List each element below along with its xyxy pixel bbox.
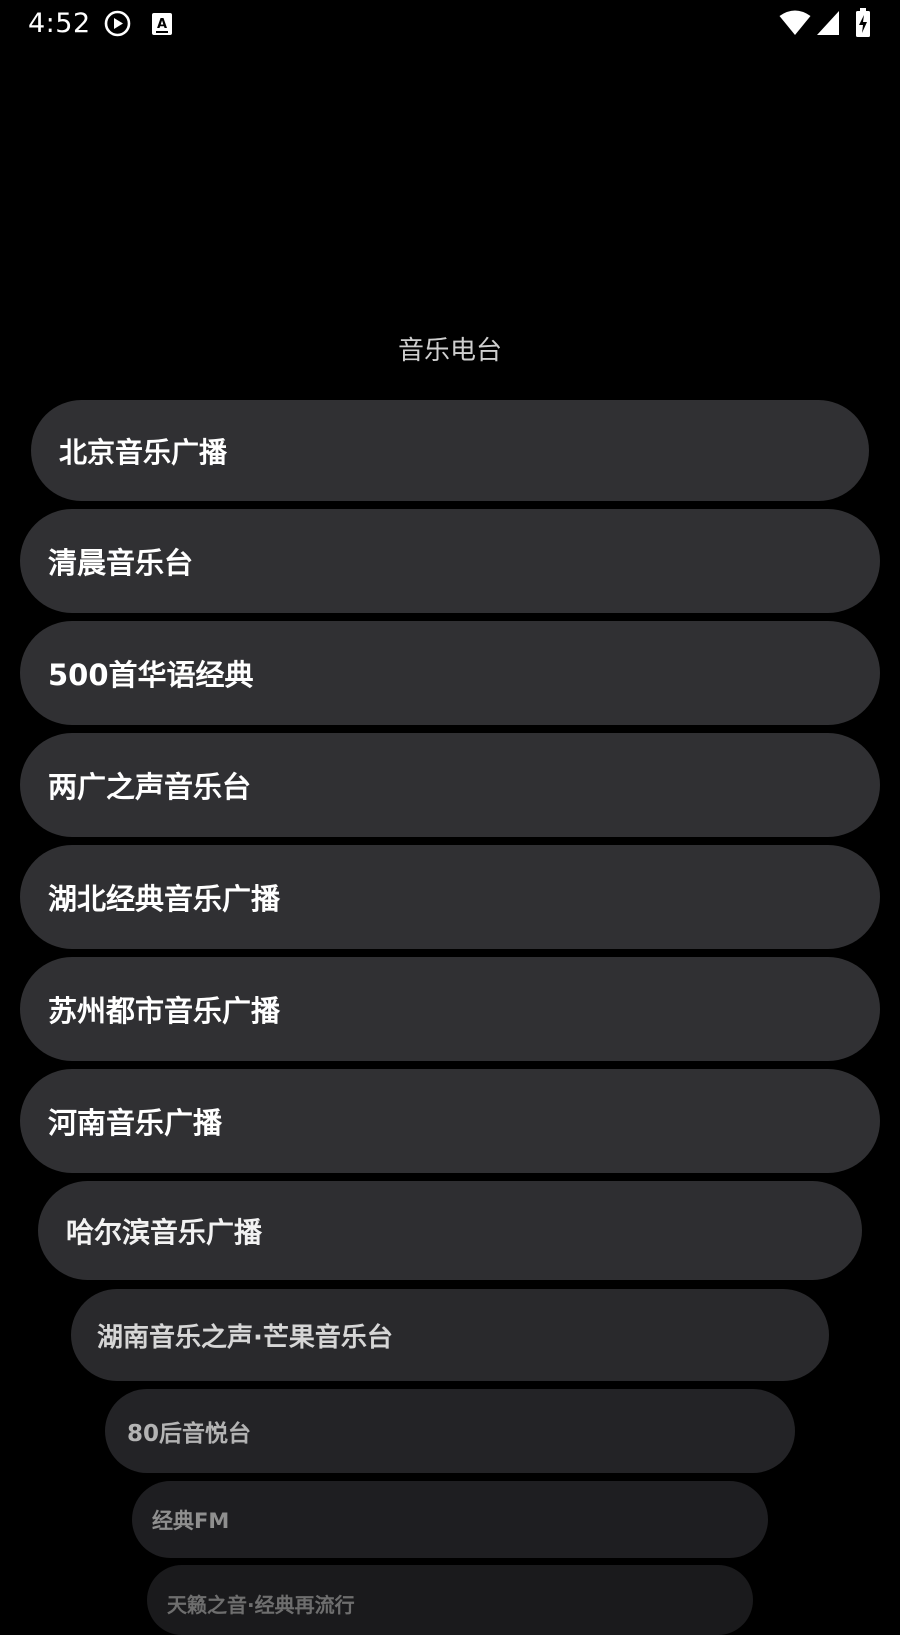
svg-text:A: A: [157, 17, 167, 32]
station-label: 湖南音乐之声·芒果音乐台: [97, 1322, 393, 1353]
station-item[interactable]: 500首华语经典: [20, 621, 880, 725]
station-label: 天籁之音·经典再流行: [167, 1593, 355, 1617]
station-item[interactable]: 湖北经典音乐广播: [20, 845, 880, 949]
station-label: 经典FM: [152, 1508, 230, 1533]
station-item[interactable]: 两广之声音乐台: [20, 733, 880, 837]
keyboard-a-icon: A: [151, 12, 173, 40]
station-label: 两广之声音乐台: [48, 770, 252, 804]
station-label: 北京音乐广播: [59, 435, 228, 469]
station-item[interactable]: 天籁之音·经典再流行: [147, 1565, 753, 1635]
station-label: 清晨音乐台: [48, 546, 194, 580]
status-time: 4:52: [28, 8, 91, 39]
wifi-icon: [779, 10, 811, 40]
station-item[interactable]: 哈尔滨音乐广播: [38, 1181, 862, 1280]
station-item[interactable]: 北京音乐广播: [31, 400, 869, 501]
status-bar: 4:52 A: [0, 0, 900, 48]
page-title: 音乐电台: [397, 336, 502, 366]
battery-charging-icon: [855, 8, 871, 42]
station-item[interactable]: 河南音乐广播: [20, 1069, 880, 1173]
station-label: 湖北经典音乐广播: [48, 882, 281, 916]
station-item[interactable]: 经典FM: [132, 1481, 768, 1558]
signal-icon: [816, 10, 840, 40]
station-label: 哈尔滨音乐广播: [66, 1215, 263, 1249]
station-label: 苏州都市音乐广播: [48, 994, 281, 1028]
station-item[interactable]: 苏州都市音乐广播: [20, 957, 880, 1061]
station-label: 80后音悦台: [127, 1421, 252, 1447]
station-item[interactable]: 80后音悦台: [105, 1389, 795, 1473]
station-item[interactable]: 清晨音乐台: [20, 509, 880, 613]
play-circle-icon: [104, 10, 131, 41]
station-label: 500首华语经典: [48, 658, 254, 692]
station-label: 河南音乐广播: [48, 1106, 223, 1140]
station-item[interactable]: 湖南音乐之声·芒果音乐台: [71, 1289, 829, 1381]
